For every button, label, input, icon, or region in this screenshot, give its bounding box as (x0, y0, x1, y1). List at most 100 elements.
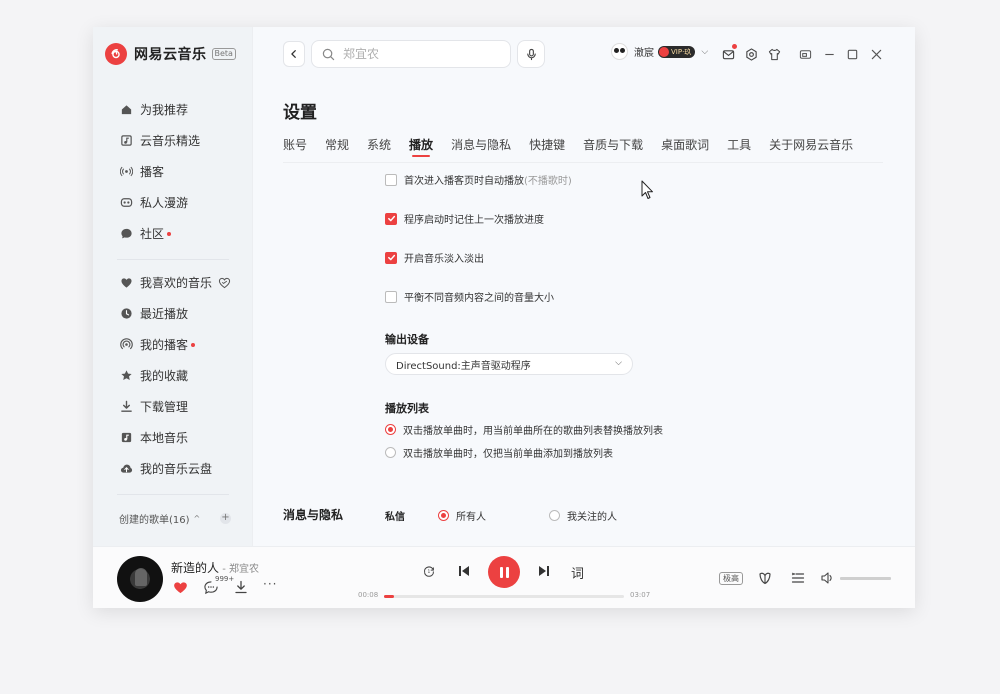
checkbox[interactable] (385, 173, 397, 186)
settings-tab[interactable]: 桌面歌词 (661, 136, 709, 162)
chevron-down-icon[interactable]: ⌵ (701, 47, 708, 57)
svg-text:1: 1 (428, 569, 431, 575)
sidebar-item[interactable]: 我的音乐云盘 (93, 453, 253, 484)
close-icon[interactable] (869, 47, 883, 61)
sidebar-item-label: 下载管理 (140, 400, 189, 414)
next-track-button[interactable] (537, 564, 551, 578)
song-artist[interactable]: 郑宜农 (229, 564, 259, 575)
settings-tab[interactable]: 播放 (409, 136, 433, 162)
download-icon (119, 400, 133, 414)
settings-tab[interactable]: 系统 (367, 136, 391, 162)
maximize-icon[interactable] (845, 47, 859, 61)
sidebar-item-label: 本地音乐 (140, 431, 189, 445)
sidebar-item[interactable]: 我的播客 (93, 329, 253, 360)
checkbox[interactable] (385, 212, 397, 225)
sidebar-item[interactable]: 私人漫游 (93, 187, 253, 218)
add-playlist-icon[interactable]: + (220, 513, 231, 524)
search-box[interactable] (311, 40, 511, 68)
my-nav: 我喜欢的音乐最近播放我的播客我的收藏下载管理本地音乐我的音乐云盘 (93, 267, 253, 484)
sidebar-item[interactable]: 播客 (93, 156, 253, 187)
sidebar-item[interactable]: 最近播放 (93, 298, 253, 329)
option-label: 所有人 (456, 512, 486, 523)
settings-tab[interactable]: 常规 (325, 136, 349, 162)
settings-tab[interactable]: 账号 (283, 136, 307, 162)
playlist-queue-icon[interactable] (791, 571, 805, 585)
created-playlists-header[interactable]: 创建的歌单(16) ^ + (119, 511, 231, 526)
pause-button[interactable] (488, 556, 520, 588)
song-title[interactable]: 新造的人 (171, 561, 219, 575)
voice-search-button[interactable] (517, 40, 545, 68)
sidebar-item[interactable]: 下载管理 (93, 391, 253, 422)
sound-effect-icon[interactable] (758, 571, 772, 585)
search-input[interactable] (343, 47, 493, 61)
sidebar-item[interactable]: 本地音乐 (93, 422, 253, 453)
now-playing[interactable]: 新造的人 - 郑宜农 (171, 559, 259, 576)
sidebar-item[interactable]: 我的收藏 (93, 360, 253, 391)
progress-bar[interactable] (384, 595, 624, 598)
avatar[interactable] (611, 43, 628, 60)
community-icon (119, 227, 133, 241)
comment-count: 999+ (215, 575, 235, 583)
output-device-select[interactable]: DirectSound:主声音驱动程序 ⌵ (385, 353, 633, 375)
sidebar-divider (117, 259, 229, 260)
beta-badge: Beta (211, 48, 236, 60)
mail-icon[interactable] (721, 44, 737, 61)
previous-track-button[interactable] (457, 564, 471, 578)
settings-tab[interactable]: 消息与隐私 (451, 136, 511, 162)
sidebar-item[interactable]: 社区 (93, 218, 253, 249)
output-device-value: DirectSound:主声音驱动程序 (396, 360, 531, 372)
playlist-option[interactable]: 双击播放单曲时，仅把当前单曲添加到播放列表 (385, 445, 613, 460)
privacy-option[interactable]: 我关注的人 (549, 508, 617, 523)
checkbox[interactable] (385, 251, 397, 264)
repeat-one-icon: 1 (424, 566, 434, 577)
radio-button[interactable] (385, 424, 396, 435)
skin-shirt-icon[interactable] (767, 47, 781, 61)
heart-mode-icon[interactable] (218, 276, 231, 289)
playback-option[interactable]: 平衡不同音频内容之间的音量大小 (385, 289, 554, 304)
settings-gear-icon[interactable] (744, 47, 758, 61)
privacy-option[interactable]: 所有人 (438, 508, 486, 523)
back-button[interactable] (283, 41, 305, 67)
music-note-icon (119, 134, 133, 148)
radio-button[interactable] (385, 447, 396, 458)
mini-mode-icon[interactable] (798, 47, 812, 61)
settings-tab[interactable]: 快捷键 (529, 136, 565, 162)
main-nav: 为我推荐云音乐精选播客私人漫游社区 (93, 94, 253, 249)
playback-option[interactable]: 开启音乐淡入淡出 (385, 250, 484, 265)
settings-tab[interactable]: 关于网易云音乐 (769, 136, 853, 162)
app-logo[interactable]: 网易云音乐 Beta (105, 43, 236, 65)
settings-tab[interactable]: 工具 (727, 136, 751, 162)
settings-tab[interactable]: 音质与下载 (583, 136, 643, 162)
playback-option[interactable]: 首次进入播客页时自动播放 (不播歌时) (385, 172, 572, 187)
username[interactable]: 澈宸 (634, 44, 654, 59)
lyrics-button[interactable]: 词 (571, 563, 584, 582)
vip-badge[interactable]: VIP·玖 (658, 45, 696, 58)
sidebar-item-label: 最近播放 (140, 307, 189, 321)
sidebar-item-label: 我的音乐云盘 (140, 462, 213, 476)
direct-message-label: 私信 (385, 512, 405, 523)
user-menu[interactable]: 澈宸 VIP·玖 ⌵ (611, 43, 708, 60)
sidebar-item-label: 私人漫游 (140, 196, 189, 210)
download-icon[interactable] (234, 580, 248, 594)
sound-quality-button[interactable]: 极高 (719, 572, 743, 585)
volume-icon[interactable] (820, 571, 834, 585)
sidebar-item[interactable]: 为我推荐 (93, 94, 253, 125)
chevron-down-icon: ⌵ (615, 358, 622, 368)
playlist-option[interactable]: 双击播放单曲时，用当前单曲所在的歌曲列表替换播放列表 (385, 422, 663, 437)
radio-button[interactable] (438, 510, 449, 521)
sidebar-item[interactable]: 我喜欢的音乐 (93, 267, 253, 298)
album-cover[interactable] (117, 556, 163, 602)
volume-slider[interactable] (840, 577, 891, 580)
more-options-icon[interactable]: ··· (263, 577, 277, 591)
vip-label: VIP·玖 (671, 47, 692, 56)
sidebar-item-label: 我的收藏 (140, 369, 189, 383)
playback-option[interactable]: 程序启动时记住上一次播放进度 (385, 211, 544, 226)
radio-button[interactable] (549, 510, 560, 521)
checkbox[interactable] (385, 290, 397, 303)
play-mode-button[interactable]: 1 (422, 564, 436, 578)
chevron-up-icon[interactable]: ^ (194, 514, 201, 523)
sidebar-item-label: 云音乐精选 (140, 134, 201, 148)
minimize-icon[interactable] (822, 47, 836, 61)
sidebar-item[interactable]: 云音乐精选 (93, 125, 253, 156)
like-heart-icon[interactable] (173, 580, 188, 595)
